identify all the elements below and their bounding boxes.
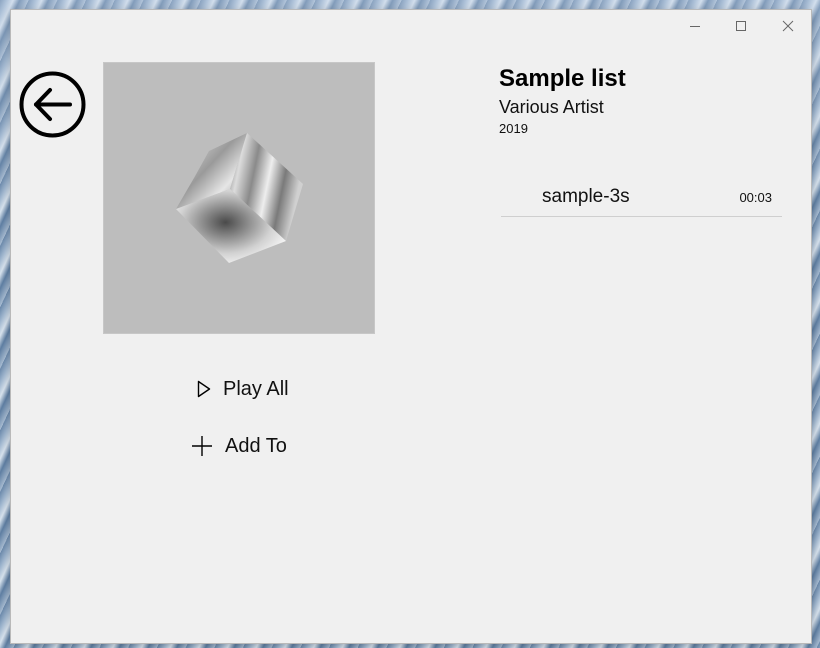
back-arrow-circle-icon [19, 71, 86, 138]
back-button[interactable] [19, 71, 86, 138]
playlist-year: 2019 [499, 121, 528, 136]
maximize-icon [736, 21, 746, 31]
plus-icon [191, 435, 213, 457]
abstract-cube-artwork [176, 133, 303, 263]
track-duration: 00:03 [739, 190, 772, 205]
album-art [104, 63, 374, 333]
close-icon [782, 20, 794, 32]
track-row[interactable]: sample-3s 00:03 [501, 182, 782, 217]
app-window: Play All Add To Sample list Various Arti… [11, 10, 811, 643]
play-outline-icon [197, 380, 211, 398]
playlist-artist: Various Artist [499, 97, 604, 117]
play-all-label: Play All [223, 377, 289, 400]
close-button[interactable] [765, 10, 811, 42]
play-all-button[interactable]: Play All [197, 374, 289, 404]
maximize-button[interactable] [718, 10, 764, 42]
minimize-button[interactable] [672, 10, 718, 42]
minimize-icon [690, 26, 700, 27]
add-to-button[interactable]: Add To [191, 431, 287, 461]
track-name: sample-3s [542, 186, 630, 207]
playlist-title: Sample list [499, 65, 626, 92]
add-to-label: Add To [225, 434, 287, 457]
